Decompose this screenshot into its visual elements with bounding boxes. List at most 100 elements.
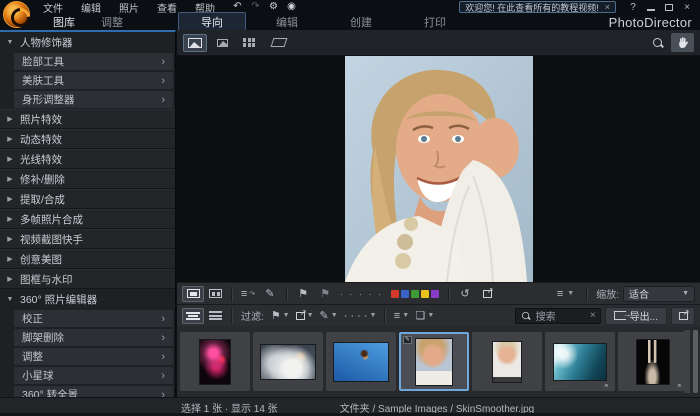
photo-canvas[interactable] bbox=[177, 56, 700, 282]
filmstrip-partial-cell bbox=[684, 330, 690, 393]
notification-close-icon[interactable]: × bbox=[605, 2, 610, 12]
rating-dots[interactable]: · · · · · bbox=[340, 289, 383, 299]
apply-preset-button[interactable]: ≡ ↷ bbox=[237, 286, 259, 302]
rotate-left-button[interactable]: ↺ bbox=[454, 286, 476, 302]
edit-pen-button[interactable]: ✎ bbox=[259, 286, 281, 302]
grid-view-button[interactable] bbox=[237, 34, 261, 52]
sidebar-item-body-shaper[interactable]: 身形调整器 › bbox=[14, 91, 173, 108]
filter-label: 过滤: bbox=[241, 312, 264, 323]
sidebar-item-little-planet[interactable]: 小星球 › bbox=[14, 367, 173, 384]
viewer-mode-button[interactable] bbox=[183, 33, 207, 52]
chevron-right-icon: › bbox=[161, 331, 165, 344]
label-green[interactable] bbox=[411, 289, 419, 298]
label-red[interactable] bbox=[391, 289, 399, 298]
stack-button[interactable]: ❏ ▼ bbox=[412, 308, 437, 324]
filmstrip-thumbnail-4-selected[interactable]: ✎ bbox=[399, 332, 469, 391]
edited-filter-button[interactable]: ✎ ▼ bbox=[317, 308, 341, 324]
sidebar-section-creative-blur[interactable]: ▶ 创意美图 bbox=[0, 249, 175, 269]
filmstrip-view-button[interactable] bbox=[182, 307, 204, 324]
sidebar-item-straighten[interactable]: 校正 › bbox=[14, 310, 173, 327]
sidebar-item-skin-tools[interactable]: 美肤工具 › bbox=[14, 72, 173, 89]
collapsed-arrow-icon: ▶ bbox=[7, 236, 13, 243]
filmstrip-thumbnail-6[interactable]: · · · · ⚑ bbox=[545, 332, 615, 391]
dual-pane-icon bbox=[208, 289, 222, 298]
photo-view-icon bbox=[188, 37, 202, 48]
filmstrip: ✎ · · · · ⚑ ⚑ bbox=[177, 326, 700, 397]
flag-reject-button[interactable]: ⚑ bbox=[314, 286, 336, 302]
search-clear-icon[interactable]: × bbox=[590, 310, 596, 321]
sidebar-section-video-to-photo[interactable]: ▶ 视频截图快手 bbox=[0, 229, 175, 249]
tab-edit[interactable]: 编辑 bbox=[254, 13, 320, 31]
tab-adjustment[interactable]: 调整 bbox=[101, 14, 123, 30]
chevron-right-icon: › bbox=[161, 74, 165, 87]
flag-pick-button[interactable]: ⚑ bbox=[292, 286, 314, 302]
minimize-button[interactable] bbox=[644, 2, 658, 13]
sidebar-section-extract-compose[interactable]: ▶ 提取/合成 bbox=[0, 189, 175, 209]
search-box[interactable]: 搜索 × bbox=[514, 307, 601, 324]
filmstrip-thumbnail-1[interactable] bbox=[180, 332, 250, 391]
caret-down-icon: ▼ bbox=[427, 312, 435, 319]
search-input[interactable]: 搜索 bbox=[536, 308, 586, 323]
label-filter-button[interactable]: ▼ bbox=[293, 308, 317, 324]
edited-badge-icon: ✎ bbox=[403, 336, 412, 344]
grid-icon bbox=[243, 37, 255, 48]
tab-print[interactable]: 打印 bbox=[402, 13, 468, 31]
list-view-button[interactable] bbox=[204, 308, 226, 324]
caret-down-icon: ▼ bbox=[306, 312, 314, 319]
collapsed-arrow-icon: ▶ bbox=[7, 176, 13, 183]
label-purple[interactable] bbox=[431, 289, 439, 298]
dual-pane-button[interactable] bbox=[204, 286, 226, 302]
restore-icon bbox=[665, 3, 673, 11]
export-button[interactable]: 导出... bbox=[604, 306, 667, 325]
chevron-right-icon: › bbox=[161, 55, 165, 68]
sidebar-section-frames-watermarks[interactable]: ▶ 图框与水印 bbox=[0, 269, 175, 289]
sidebar-section-motion-effects[interactable]: ▶ 动态特效 bbox=[0, 129, 175, 149]
sidebar-section-photo-effects[interactable]: ▶ 照片特效 bbox=[0, 109, 175, 129]
sort-button[interactable]: ≡ ▼ bbox=[390, 308, 412, 324]
photodirector-logo bbox=[3, 1, 30, 28]
filmstrip-thumbnail-7[interactable]: ⚑ bbox=[618, 332, 688, 391]
sidebar-item-adjust[interactable]: 调整 › bbox=[14, 348, 173, 365]
slideshow-icon bbox=[482, 286, 494, 298]
tab-bar: 图库 调整 导向 编辑 创建 打印 PhotoDirector bbox=[0, 12, 700, 32]
sidebar-section-multi-exposure[interactable]: ▶ 多帧照片合成 bbox=[0, 209, 175, 229]
zoom-select[interactable]: 适合 ▼ bbox=[623, 285, 695, 302]
quick-tag-list-button[interactable]: ≡ ▼ bbox=[554, 286, 577, 302]
chevron-right-icon: › bbox=[161, 369, 165, 382]
zoom-tool-button[interactable] bbox=[646, 33, 669, 52]
slideshow-button[interactable] bbox=[476, 286, 498, 302]
thumb-flag-icon: ⚑ bbox=[603, 384, 609, 390]
filmstrip-scrollbar[interactable] bbox=[693, 330, 698, 393]
sidebar-section-repair-remove[interactable]: ▶ 修补/删除 bbox=[0, 169, 175, 189]
restore-button[interactable] bbox=[662, 2, 676, 13]
preview-toolbar bbox=[177, 30, 700, 56]
flag-filter-button[interactable]: ⚑ ▼ bbox=[268, 308, 293, 324]
open-external-button[interactable] bbox=[671, 306, 695, 325]
sidebar-item-face-tools[interactable]: 脸部工具 › bbox=[14, 53, 173, 70]
label-yellow[interactable] bbox=[421, 289, 429, 298]
tab-create[interactable]: 创建 bbox=[328, 13, 394, 31]
sidebar-item-tripod-removal[interactable]: 脚架删除 › bbox=[14, 329, 173, 346]
filmstrip-thumbnail-5[interactable] bbox=[472, 332, 542, 391]
pan-tool-button[interactable] bbox=[671, 33, 694, 52]
thumb-rating-dots: · · · · bbox=[551, 383, 564, 390]
zoom-value: 适合 bbox=[629, 290, 649, 301]
tab-guided[interactable]: 导向 bbox=[178, 12, 246, 32]
close-button[interactable]: × bbox=[680, 2, 694, 13]
sidebar-section-people-beautifier[interactable]: ▼ 人物修饰器 bbox=[0, 32, 175, 52]
library-toolbar-2: 过滤: ⚑▼ ▼ ✎▼ · · · ·▼ ≡▼ ❏▼ 搜索 × 导出... bbox=[177, 304, 700, 326]
viewer-thumb-mode-button[interactable] bbox=[210, 34, 234, 52]
search-icon bbox=[521, 311, 531, 321]
zoom-label: 缩放: bbox=[596, 290, 619, 301]
sidebar-section-light-effects[interactable]: ▶ 光线特效 bbox=[0, 149, 175, 169]
sidebar-section-360-editor[interactable]: ▼ 360° 照片编辑器 bbox=[0, 289, 175, 309]
filmstrip-thumbnail-3[interactable] bbox=[326, 332, 396, 391]
compare-view-button[interactable] bbox=[264, 34, 288, 52]
help-button[interactable]: ? bbox=[626, 2, 640, 13]
tab-library[interactable]: 图库 bbox=[53, 14, 75, 30]
filmstrip-thumbnail-2[interactable] bbox=[253, 332, 323, 391]
single-pane-button[interactable] bbox=[182, 285, 204, 302]
export-icon bbox=[613, 309, 632, 320]
label-blue[interactable] bbox=[401, 289, 409, 298]
rating-filter-button[interactable]: · · · · ▼ bbox=[341, 308, 380, 324]
